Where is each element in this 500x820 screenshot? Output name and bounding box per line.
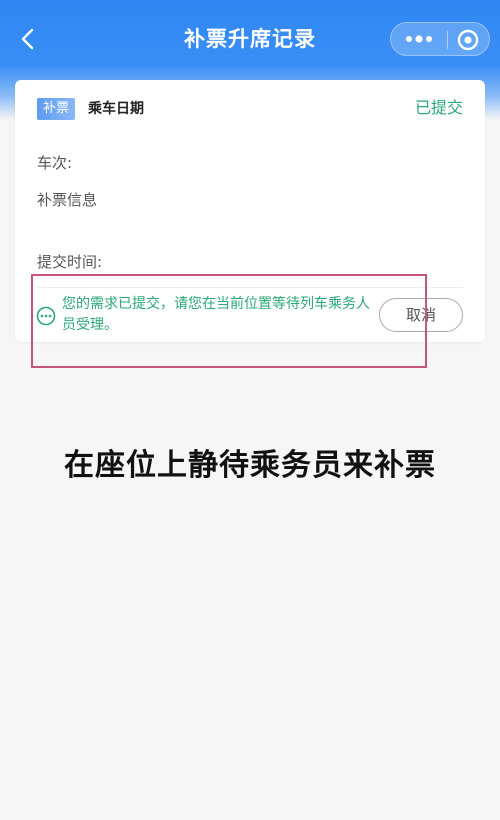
caption-text: 在座位上静待乘务员来补票 <box>64 448 436 483</box>
travel-date-label: 乘车日期 <box>88 101 144 117</box>
cancel-button[interactable]: 取消 <box>379 298 463 332</box>
mini-program-capsule <box>390 22 490 56</box>
close-mini-program-icon[interactable] <box>455 27 481 53</box>
status-badge: 已提交 <box>414 98 463 117</box>
status-notice: 您的需求已提交，请您在当前位置等待列车乘务人员受理。 <box>62 296 370 333</box>
ticket-type-badge: 补票 <box>37 98 76 120</box>
record-card: 补票 乘车日期 已提交 车次: 补票信息 提交时间: 您的需求已提交，请您在当前… <box>15 80 485 342</box>
ticket-info-label: 补票信息 <box>37 191 98 209</box>
more-icon[interactable] <box>401 27 437 51</box>
pending-dots-icon <box>36 306 56 326</box>
capsule-divider <box>447 31 448 49</box>
submit-time-label: 提交时间: <box>37 253 103 271</box>
train-number-label: 车次: <box>37 154 73 172</box>
divider <box>37 287 463 288</box>
